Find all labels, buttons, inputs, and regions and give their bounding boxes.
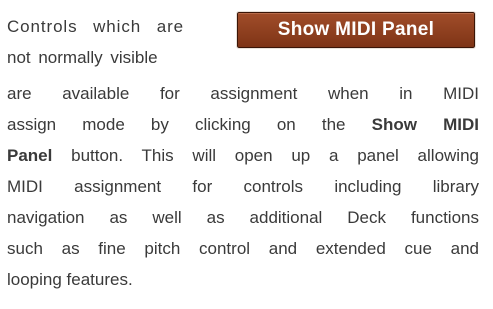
intro-text-1: Controls which are <box>7 17 184 36</box>
line-5-text: button. This will open up a panel allowi… <box>52 146 479 165</box>
paragraph-line-5: Panel button. This will open up a panel … <box>7 146 479 166</box>
paragraph-line-9: looping features. <box>7 270 133 289</box>
paragraph-line-8: such as fine pitch control and extended … <box>7 239 479 258</box>
intro-text-2: not normally visible <box>7 48 158 67</box>
line-4-text: assign mode by clicking on the <box>7 115 372 134</box>
paragraph-line-3: are available for assignment when in MID… <box>7 84 479 103</box>
intro-line-2: not normally visible <box>7 48 158 68</box>
paragraph-line-4: assign mode by clicking on the Show MIDI <box>7 115 479 135</box>
show-midi-bold-text: Show MIDI <box>371 115 479 134</box>
paragraph-line-6: MIDI assignment for controls including l… <box>7 177 479 196</box>
intro-line-1: Controls which are <box>7 17 184 37</box>
paragraph-line-7: navigation as well as additional Deck fu… <box>7 208 479 227</box>
show-midi-panel-button[interactable]: Show MIDI Panel <box>236 11 476 49</box>
panel-bold-text: Panel <box>7 146 53 165</box>
